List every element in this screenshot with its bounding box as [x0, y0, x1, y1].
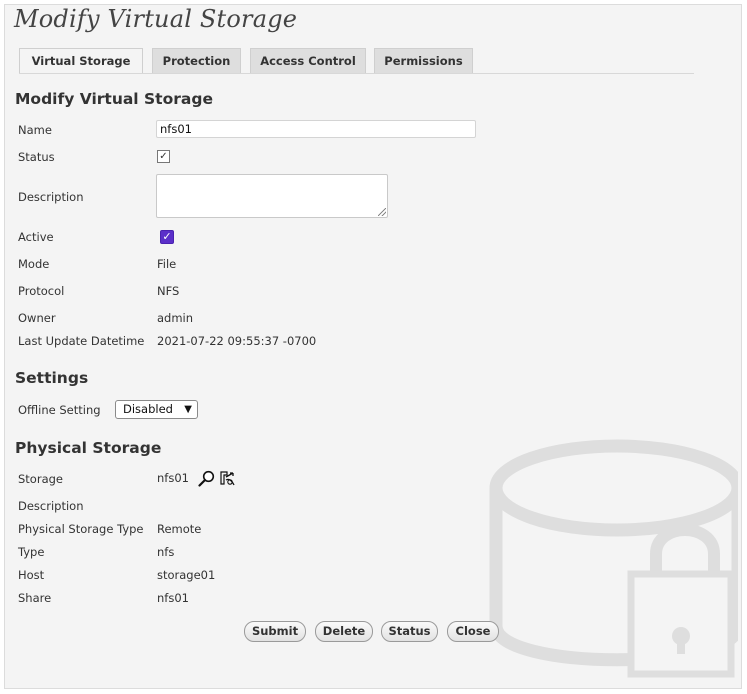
physical-storage-type-value: Remote: [157, 522, 202, 536]
chevron-down-icon: ▼: [184, 404, 192, 415]
status-button[interactable]: Status: [381, 621, 438, 642]
physical-storage-type-label: Physical Storage Type: [18, 522, 144, 536]
type-value: nfs: [157, 545, 175, 559]
magnifier-icon[interactable]: [198, 470, 215, 487]
page-title: Modify Virtual Storage: [14, 5, 298, 33]
protocol-label: Protocol: [18, 284, 65, 298]
section-title-settings: Settings: [15, 369, 89, 387]
section-title-physical: Physical Storage: [15, 439, 162, 457]
storage-value: nfs01: [157, 471, 189, 485]
delete-button[interactable]: Delete: [315, 621, 373, 642]
offline-setting-label: Offline Setting: [18, 403, 101, 417]
tab-protection[interactable]: Protection: [152, 48, 241, 73]
tab-permissions[interactable]: Permissions: [374, 48, 473, 73]
active-checkbox[interactable]: ✓: [160, 230, 174, 244]
type-label: Type: [18, 545, 45, 559]
host-label: Host: [18, 568, 45, 582]
offline-setting-select[interactable]: Disabled ▼: [115, 400, 198, 419]
physical-description-label: Description: [18, 499, 84, 513]
submit-button[interactable]: Submit: [244, 621, 306, 642]
resize-grip-icon[interactable]: [378, 208, 386, 216]
status-checkbox[interactable]: ✓: [157, 150, 170, 163]
protocol-value: NFS: [157, 284, 180, 298]
tab-access-control[interactable]: Access Control: [250, 48, 366, 73]
storage-label: Storage: [18, 472, 63, 486]
active-label: Active: [18, 230, 54, 244]
owner-value: admin: [157, 311, 194, 325]
status-label: Status: [18, 150, 55, 164]
locked-database-icon: [489, 439, 738, 678]
description-textarea[interactable]: [156, 174, 388, 218]
name-field[interactable]: [156, 120, 476, 138]
share-value: nfs01: [157, 591, 189, 605]
owner-label: Owner: [18, 311, 56, 325]
last-update-label: Last Update Datetime: [18, 334, 145, 348]
mode-value: File: [157, 257, 177, 271]
offline-setting-value: Disabled: [123, 402, 173, 416]
name-label: Name: [18, 123, 52, 137]
section-title-modify: Modify Virtual Storage: [15, 90, 213, 108]
host-value: storage01: [157, 568, 216, 582]
tab-virtual-storage[interactable]: Virtual Storage: [19, 48, 143, 73]
tab-divider: [19, 73, 694, 74]
storage-link-icon[interactable]: [218, 469, 236, 487]
description-label: Description: [18, 190, 84, 204]
mode-label: Mode: [18, 257, 50, 271]
last-update-value: 2021-07-22 09:55:37 -0700: [157, 334, 317, 348]
share-label: Share: [18, 591, 52, 605]
close-button[interactable]: Close: [447, 621, 499, 642]
